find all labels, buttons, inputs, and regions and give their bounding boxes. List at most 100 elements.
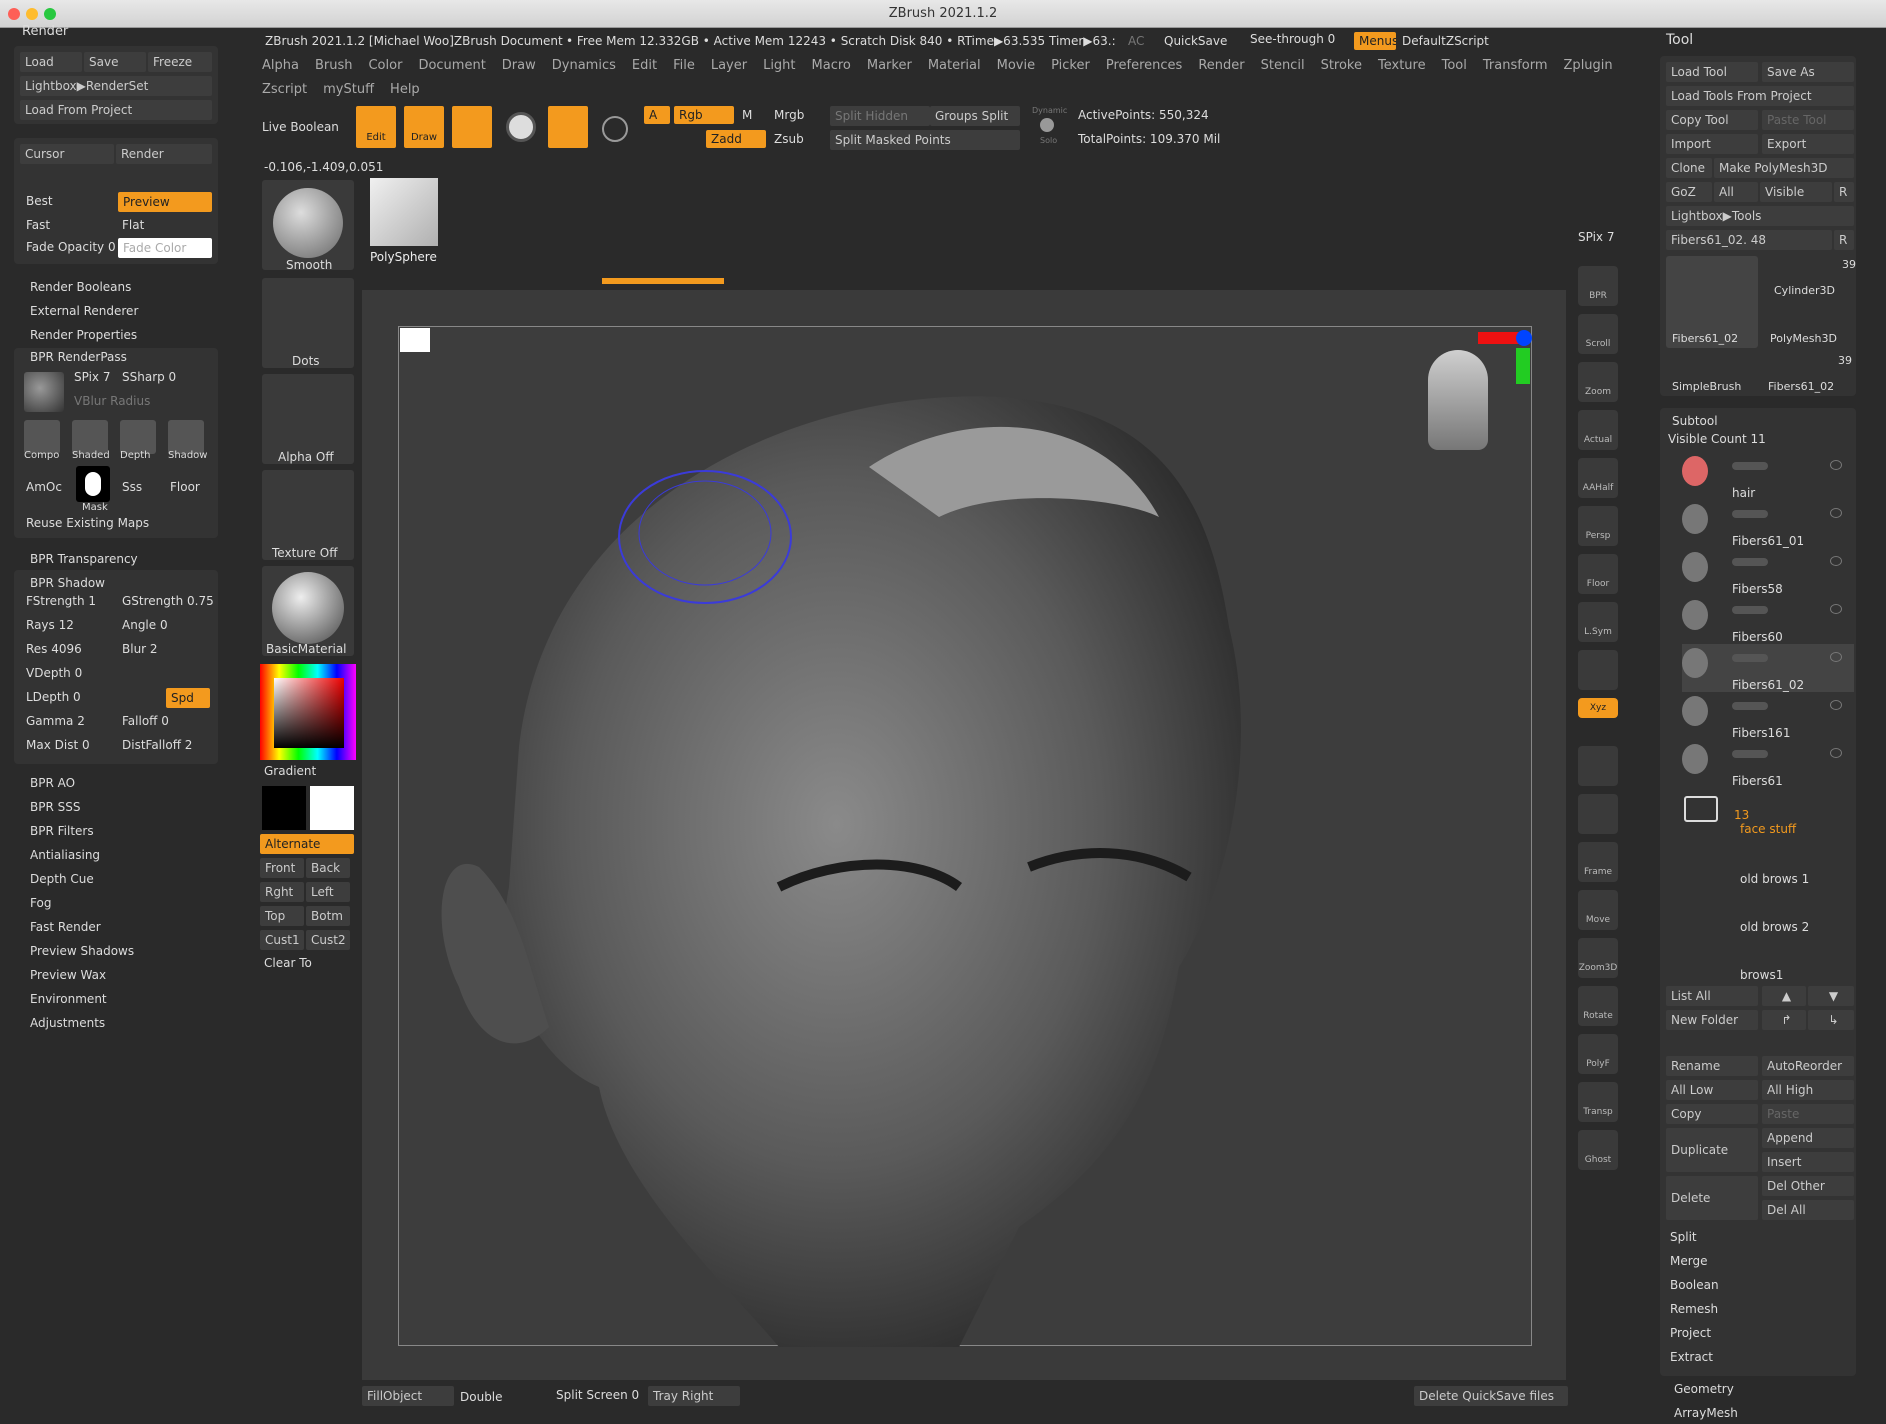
visibility-eye-icon[interactable] bbox=[1830, 748, 1842, 758]
paste-subtool-button[interactable]: Paste bbox=[1762, 1104, 1854, 1124]
menu-render[interactable]: Render bbox=[1198, 58, 1244, 73]
a-button[interactable]: A bbox=[644, 106, 670, 124]
render-item-fog[interactable]: Fog bbox=[30, 896, 51, 910]
clone-button[interactable]: Clone bbox=[1666, 158, 1712, 178]
folder-item-row[interactable]: old brows 2 bbox=[1682, 894, 1854, 942]
make-polymesh-button[interactable]: Make PolyMesh3D bbox=[1714, 158, 1854, 178]
document-frame[interactable] bbox=[398, 326, 1532, 1347]
rays-slider[interactable]: Rays 12 bbox=[26, 618, 74, 632]
cursor-button[interactable]: Cursor bbox=[20, 144, 114, 164]
distfalloff-slider[interactable]: DistFalloff 2 bbox=[122, 738, 192, 752]
freeze-button[interactable]: Freeze bbox=[148, 52, 212, 72]
tool-menu-merge[interactable]: Merge bbox=[1670, 1254, 1707, 1268]
load-tool-button[interactable]: Load Tool bbox=[1666, 62, 1758, 82]
render-item-depth-cue[interactable]: Depth Cue bbox=[30, 872, 94, 886]
copy-tool-button[interactable]: Copy Tool bbox=[1666, 110, 1758, 130]
menu-movie[interactable]: Movie bbox=[997, 58, 1035, 73]
folder-icon[interactable] bbox=[1684, 796, 1718, 822]
gamma-slider[interactable]: Gamma 2 bbox=[26, 714, 85, 728]
spix-display[interactable]: SPix 7 bbox=[1578, 230, 1614, 244]
default-zscript-button[interactable]: DefaultZScript bbox=[1402, 34, 1489, 48]
fast-button[interactable]: Fast bbox=[26, 218, 50, 232]
autoreorder-button[interactable]: AutoReorder bbox=[1762, 1056, 1854, 1076]
save-render-button[interactable]: Save bbox=[84, 52, 146, 72]
new-folder-button[interactable]: New Folder bbox=[1666, 1010, 1758, 1030]
front-view-button[interactable]: Front bbox=[260, 858, 304, 878]
menu-marker[interactable]: Marker bbox=[867, 58, 912, 73]
tool-menu-boolean[interactable]: Boolean bbox=[1670, 1278, 1719, 1292]
menu-help[interactable]: Help bbox=[390, 82, 420, 97]
rgb-button[interactable]: Rgb bbox=[674, 106, 734, 124]
subtool-toggles[interactable] bbox=[1732, 654, 1768, 662]
menu-preferences[interactable]: Preferences bbox=[1106, 58, 1182, 73]
m-button[interactable]: M bbox=[742, 108, 752, 122]
vdepth-slider[interactable]: VDepth 0 bbox=[26, 666, 82, 680]
tool-menu-project[interactable]: Project bbox=[1670, 1326, 1711, 1340]
paste-tool-button[interactable]: Paste Tool bbox=[1762, 110, 1854, 130]
ldepth-slider[interactable]: LDepth 0 bbox=[26, 690, 81, 704]
copy-subtool-button[interactable]: Copy bbox=[1666, 1104, 1758, 1124]
pass-thumb-shaded[interactable] bbox=[72, 420, 108, 454]
pass-thumb-depth[interactable] bbox=[120, 420, 156, 454]
append-button[interactable]: Append bbox=[1762, 1128, 1854, 1148]
render-item-environment[interactable]: Environment bbox=[30, 992, 107, 1006]
tool-menu-split[interactable]: Split bbox=[1670, 1230, 1697, 1244]
main-color-swatch[interactable] bbox=[310, 786, 354, 830]
del-all-button[interactable]: Del All bbox=[1762, 1200, 1854, 1220]
render-item-preview-wax[interactable]: Preview Wax bbox=[30, 968, 106, 982]
render-item-adjustments[interactable]: Adjustments bbox=[30, 1016, 105, 1030]
zadd-button[interactable]: Zadd bbox=[706, 130, 766, 148]
viewport-tool-lsym[interactable]: L.Sym bbox=[1578, 602, 1618, 642]
bpr-spix-slider[interactable]: SPix 7 bbox=[74, 370, 110, 384]
bpr-renderpass-label[interactable]: BPR RenderPass bbox=[30, 350, 127, 364]
viewport-tool-move[interactable]: Move bbox=[1578, 890, 1618, 930]
menu-layer[interactable]: Layer bbox=[711, 58, 747, 73]
visibility-eye-icon[interactable] bbox=[1830, 460, 1842, 470]
quicksave-button[interactable]: QuickSave bbox=[1164, 34, 1227, 48]
cube-tool-icon[interactable] bbox=[370, 178, 438, 246]
menu-zplugin[interactable]: Zplugin bbox=[1564, 58, 1613, 73]
folder-name[interactable]: face stuff bbox=[1740, 822, 1796, 836]
subtool-row[interactable]: Fibers61_01 bbox=[1682, 500, 1854, 548]
menu-brush[interactable]: Brush bbox=[315, 58, 353, 73]
rotate-mode-button[interactable] bbox=[548, 106, 588, 148]
vblur-radius-slider[interactable]: VBlur Radius bbox=[74, 394, 150, 408]
best-button[interactable]: Best bbox=[26, 194, 53, 208]
lightbox-tools-button[interactable]: Lightbox▶Tools bbox=[1666, 206, 1854, 226]
fade-opacity-slider[interactable]: Fade Opacity 0 bbox=[26, 240, 116, 254]
live-boolean-button[interactable]: Live Boolean bbox=[262, 120, 339, 134]
max-dist-slider[interactable]: Max Dist 0 bbox=[26, 738, 90, 752]
bottom-view-button[interactable]: Botm bbox=[306, 906, 350, 926]
y-axis-gizmo[interactable] bbox=[1516, 348, 1530, 384]
menu-file[interactable]: File bbox=[673, 58, 695, 73]
export-button[interactable]: Export bbox=[1762, 134, 1854, 154]
viewport-tool-xyz[interactable]: Xyz bbox=[1578, 698, 1618, 718]
pass-thumb-shadow[interactable] bbox=[168, 420, 204, 454]
minimize-window-button[interactable] bbox=[26, 8, 38, 20]
tool-menu-remesh[interactable]: Remesh bbox=[1670, 1302, 1718, 1316]
menu-light[interactable]: Light bbox=[763, 58, 795, 73]
navigation-head-gizmo[interactable] bbox=[1428, 350, 1488, 450]
delete-button[interactable]: Delete bbox=[1666, 1176, 1758, 1220]
render-item-bpr-filters[interactable]: BPR Filters bbox=[30, 824, 94, 838]
menu-tool[interactable]: Tool bbox=[1442, 58, 1467, 73]
render-item-external-renderer[interactable]: External Renderer bbox=[30, 304, 138, 318]
import-button[interactable]: Import bbox=[1666, 134, 1758, 154]
menu-stencil[interactable]: Stencil bbox=[1261, 58, 1305, 73]
scale-mode-button[interactable] bbox=[506, 112, 536, 142]
secondary-color-swatch[interactable] bbox=[262, 786, 306, 830]
subtool-toggles[interactable] bbox=[1732, 750, 1768, 758]
menu-macro[interactable]: Macro bbox=[812, 58, 851, 73]
groups-split-button[interactable]: Groups Split bbox=[930, 106, 1020, 126]
bpr-ssharp-slider[interactable]: SSharp 0 bbox=[122, 370, 176, 384]
menu-alpha[interactable]: Alpha bbox=[262, 58, 299, 73]
fade-color-swatch[interactable]: Fade Color bbox=[118, 238, 212, 258]
menus-button[interactable]: Menus bbox=[1354, 32, 1396, 50]
rename-button[interactable]: Rename bbox=[1666, 1056, 1758, 1076]
pass-thumb-compo[interactable] bbox=[24, 420, 60, 454]
double-button[interactable]: Double bbox=[460, 1390, 503, 1404]
subtool-row[interactable]: hair bbox=[1682, 452, 1854, 500]
bpr-shadow-label[interactable]: BPR Shadow bbox=[30, 576, 105, 590]
clear-to-button[interactable]: Clear To bbox=[264, 956, 312, 970]
subtool-toggles[interactable] bbox=[1732, 558, 1768, 566]
